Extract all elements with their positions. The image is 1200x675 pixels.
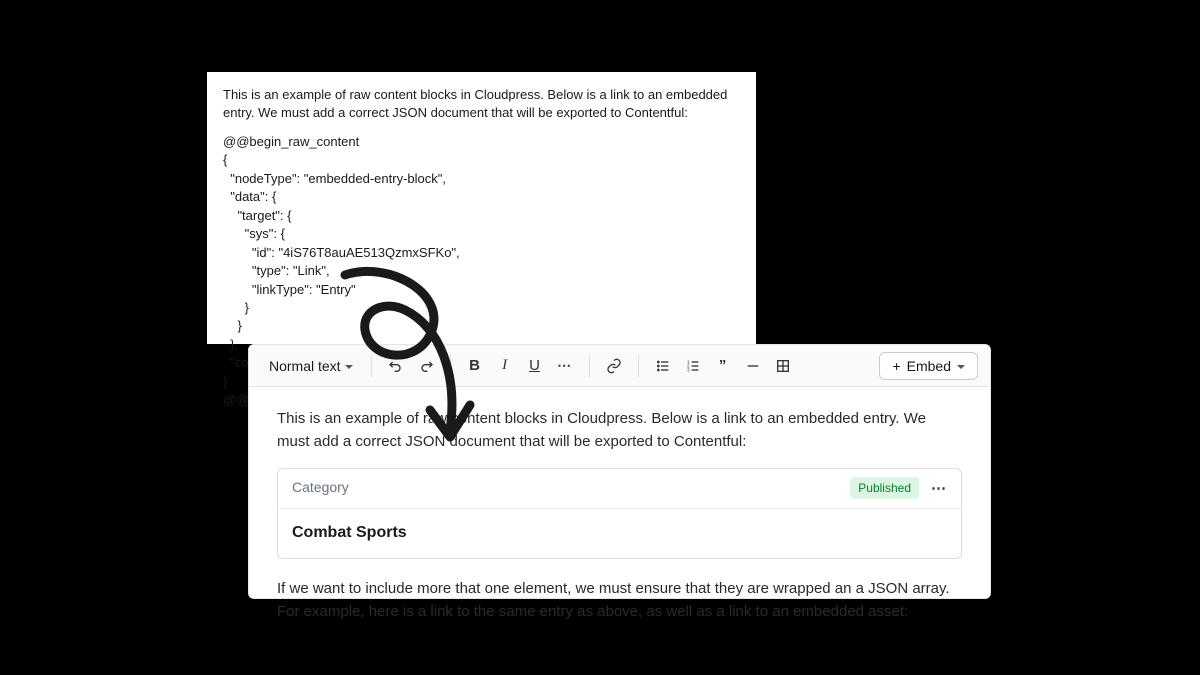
numbered-list-button[interactable]: 123	[679, 352, 707, 380]
svg-text:3: 3	[687, 367, 690, 372]
link-icon	[606, 358, 622, 374]
editor-paragraph: This is an example of raw content blocks…	[277, 407, 962, 454]
undo-icon	[388, 358, 404, 374]
chevron-down-icon	[345, 365, 353, 369]
plus-icon: +	[892, 359, 900, 373]
rich-text-editor: Normal text B I U ⋯ 123 ”	[248, 344, 991, 599]
editor-paragraph: If we want to include more that one elem…	[277, 577, 962, 624]
italic-button[interactable]: I	[491, 352, 519, 380]
card-options-button[interactable]: ⋯	[931, 477, 947, 500]
quote-icon: ”	[719, 357, 727, 374]
bullet-list-button[interactable]	[649, 352, 677, 380]
toolbar-divider	[450, 355, 451, 377]
redo-icon	[418, 358, 434, 374]
ellipsis-icon: ⋯	[557, 357, 572, 374]
bold-icon: B	[469, 357, 480, 374]
chevron-down-icon	[957, 365, 965, 369]
embed-card-header: Category Published ⋯	[278, 469, 961, 509]
table-button[interactable]	[769, 352, 797, 380]
toolbar-divider	[589, 355, 590, 377]
horizontal-rule-button[interactable]	[739, 352, 767, 380]
underline-button[interactable]: U	[521, 352, 549, 380]
link-button[interactable]	[600, 352, 628, 380]
embed-button[interactable]: + Embed	[879, 352, 978, 380]
bold-button[interactable]: B	[461, 352, 489, 380]
embed-label: Embed	[907, 358, 951, 374]
text-style-label: Normal text	[269, 358, 341, 374]
text-style-dropdown[interactable]: Normal text	[261, 354, 361, 378]
raw-content-panel: This is an example of raw content blocks…	[207, 72, 756, 344]
status-badge: Published	[850, 477, 919, 500]
more-formatting-button[interactable]: ⋯	[551, 352, 579, 380]
embed-category-label: Category	[292, 477, 349, 499]
underline-icon: U	[529, 357, 540, 374]
editor-toolbar: Normal text B I U ⋯ 123 ”	[249, 345, 990, 387]
numbered-list-icon: 123	[685, 358, 701, 374]
embed-card-title: Combat Sports	[278, 509, 961, 558]
italic-icon: I	[502, 357, 507, 374]
toolbar-divider	[371, 355, 372, 377]
hr-icon	[745, 358, 761, 374]
table-icon	[775, 358, 791, 374]
undo-button[interactable]	[382, 352, 410, 380]
raw-intro-text: This is an example of raw content blocks…	[223, 86, 740, 123]
blockquote-button[interactable]: ”	[709, 352, 737, 380]
editor-body[interactable]: This is an example of raw content blocks…	[249, 387, 990, 657]
toolbar-divider	[638, 355, 639, 377]
bullet-list-icon	[655, 358, 671, 374]
redo-button[interactable]	[412, 352, 440, 380]
embedded-entry-card[interactable]: Category Published ⋯ Combat Sports	[277, 468, 962, 559]
